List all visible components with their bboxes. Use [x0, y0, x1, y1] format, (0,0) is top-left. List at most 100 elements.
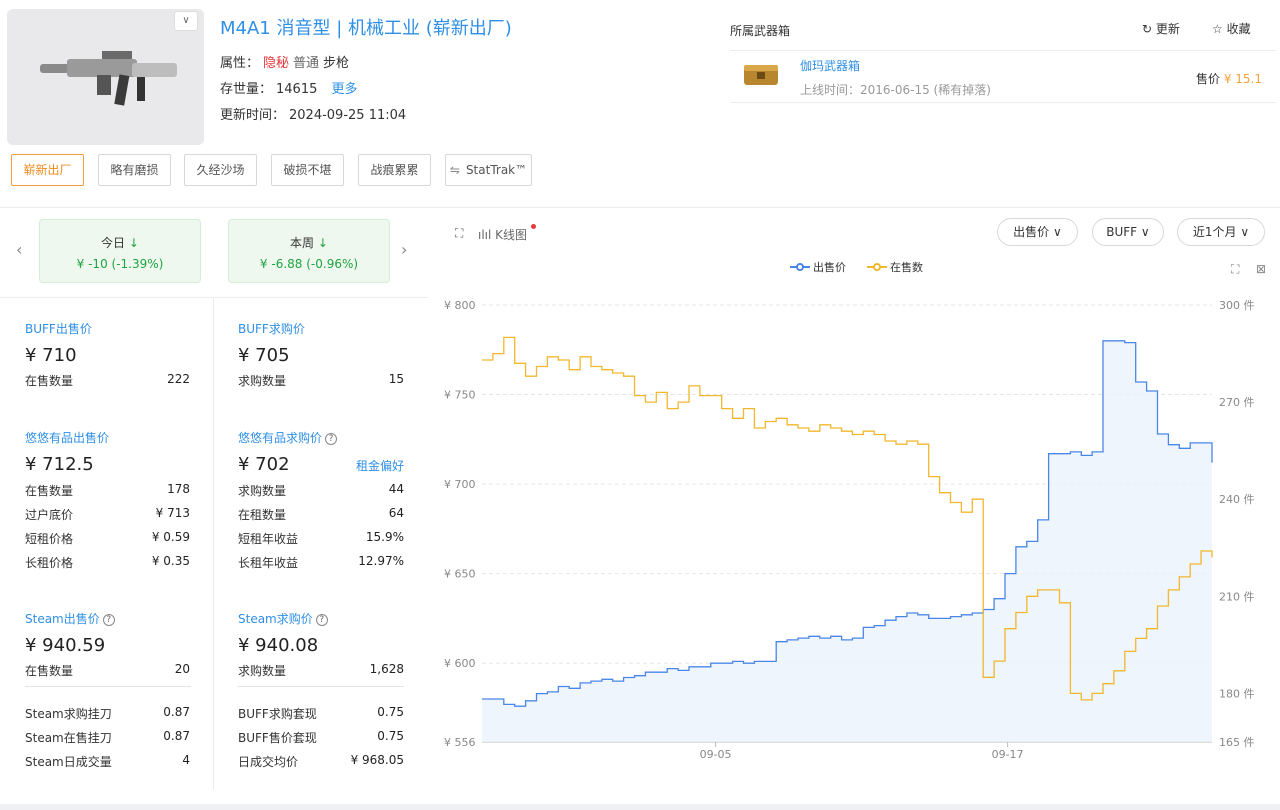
yy-buy-price: ¥ 702	[238, 454, 290, 475]
y-axis-right-tick: 300 件	[1219, 299, 1255, 312]
wear-tab-well-worn[interactable]: 破损不堪	[271, 154, 344, 186]
favorite-button[interactable]: ☆ 收藏	[1212, 20, 1251, 37]
thumbnail-toggle-button[interactable]: ∨	[174, 11, 198, 31]
steam-sell-divider	[25, 686, 191, 687]
buff-buy-price: ¥ 705	[238, 345, 290, 366]
steam-sell-price: ¥ 940.59	[25, 635, 106, 656]
case-launch-date: 上线时间：2016-06-15 (稀有掉落)	[800, 83, 991, 97]
price-type-select[interactable]: 出售价 ∨	[997, 218, 1078, 246]
type-tag: 步枪	[323, 56, 350, 71]
swap-icon: ⇋	[449, 163, 460, 177]
refresh-label: 更新	[1155, 22, 1180, 36]
zoom-reset-icon[interactable]: ⊠	[1256, 262, 1266, 276]
steam-sell-extra-label: Steam日成交量	[25, 755, 112, 769]
chevron-down-icon: ∨	[1140, 225, 1150, 239]
case-price: 售价 ¥ 15.1	[1196, 70, 1262, 87]
steam-sell-extra-value: 0.87	[163, 729, 190, 743]
buff-sell-price: ¥ 710	[25, 345, 77, 366]
yy-sell-row-value: ¥ 713	[155, 506, 190, 520]
x-axis-tick: 09-05	[700, 748, 732, 761]
prev-arrow-icon[interactable]: ‹	[16, 240, 22, 259]
item-thumbnail: ∨	[7, 9, 204, 145]
fullscreen-icon[interactable]: ⛶	[455, 226, 463, 241]
steam-buy-title: Steam求购价?	[238, 610, 328, 627]
header-divider	[0, 207, 1280, 208]
steam-sell-extra-value: 0.87	[163, 705, 190, 719]
price-chart[interactable]: ¥ 800 ¥ 750 ¥ 700 ¥ 650 ¥ 600 ¥ 556 300 件 270 件…	[430, 290, 1280, 770]
chevron-down-icon: ∨	[1240, 225, 1250, 239]
kline-badge-dot	[531, 224, 536, 229]
steam-buy-extra-value: 0.75	[377, 729, 404, 743]
help-icon[interactable]: ?	[315, 614, 328, 626]
steam-buy-title-text: Steam求购价	[238, 612, 313, 626]
time-range-select[interactable]: 近1个月 ∨	[1177, 218, 1265, 246]
x-axis-tick: 09-17	[992, 748, 1024, 761]
platform-select[interactable]: BUFF ∨	[1092, 218, 1164, 246]
y-axis-right-tick: 165 件	[1219, 736, 1255, 749]
help-icon[interactable]: ?	[102, 614, 115, 626]
yy-buy-row-value: 15.9%	[365, 530, 404, 544]
restore-icon[interactable]: ⛶	[1231, 262, 1239, 277]
steam-buy-count-label: 求购数量	[238, 664, 287, 678]
wear-tab-field-tested[interactable]: 久经沙场	[184, 154, 257, 186]
yy-buy-row-value: 44	[388, 482, 404, 496]
yy-buy-title-text: 悠悠有品求购价	[238, 431, 323, 445]
case-price-label: 售价	[1195, 72, 1220, 86]
steam-sell-count-label: 在售数量	[25, 664, 74, 678]
wear-tab-factory-new[interactable]: 崭新出厂	[11, 154, 84, 186]
buff-buy-count-label: 求购数量	[238, 374, 287, 388]
buff-buy-count-value: 15	[388, 372, 404, 386]
steam-buy-divider	[238, 686, 404, 687]
legend-label[interactable]: 出售价	[813, 261, 846, 274]
buff-sell-count-value: 222	[167, 372, 190, 386]
y-axis-right-tick: 180 件	[1219, 687, 1255, 700]
yy-sell-row-label: 短租价格	[25, 532, 74, 546]
kline-label: K线图	[495, 228, 528, 242]
refresh-button[interactable]: ↻ 更新	[1142, 20, 1180, 37]
yy-sell-row-value: ¥ 0.35	[151, 554, 190, 568]
case-price-value: ¥ 15.1	[1223, 72, 1262, 86]
buff-sell-count-label: 在售数量	[25, 374, 74, 388]
more-link[interactable]: 更多	[332, 82, 358, 97]
steam-buy-extra-label: BUFF售价套现	[238, 731, 317, 745]
today-change-card: 今日 ↓ ¥ -10 (-1.39%)	[39, 219, 201, 283]
stattrak-label: StatTrak™	[465, 163, 528, 177]
item-title: M4A1 消音型 | 机械工业 (崭新出厂)	[220, 18, 512, 39]
favorite-label: 收藏	[1226, 22, 1251, 36]
yy-buy-row-value: 12.97%	[358, 554, 404, 568]
legend-label[interactable]: 在售数	[890, 261, 923, 274]
yy-sell-price: ¥ 712.5	[25, 454, 94, 475]
wear-tab-battle-scarred[interactable]: 战痕累累	[358, 154, 431, 186]
wear-tab-stattrak[interactable]: ⇋ StatTrak™	[445, 154, 532, 186]
steam-buy-count-value: 1,628	[369, 662, 404, 676]
case-name-link[interactable]: 伽玛武器箱	[800, 57, 860, 74]
yy-buy-row-value: 64	[388, 506, 404, 520]
steam-buy-extra-value: ¥ 968.05	[350, 753, 404, 767]
help-icon[interactable]: ?	[325, 433, 338, 445]
kline-toggle[interactable]: ılıl K线图	[478, 226, 527, 243]
week-label: 本周	[290, 236, 315, 250]
time-range-value: 近1个月	[1192, 225, 1237, 239]
yy-sell-row-label: 长租价格	[25, 556, 74, 570]
y-axis-left-tick: ¥ 800	[444, 299, 476, 312]
steam-sell-title-text: Steam出售价	[25, 612, 100, 626]
rarity-tag: 隐秘	[263, 56, 290, 71]
yy-buy-row-label: 在租数量	[238, 508, 287, 522]
next-arrow-icon[interactable]: ›	[401, 240, 407, 259]
buff-buy-title: BUFF求购价	[238, 322, 305, 336]
wear-tab-minimal-wear[interactable]: 略有磨损	[98, 154, 171, 186]
quality-tag: 普通	[293, 56, 320, 71]
price-type-value: 出售价	[1013, 225, 1050, 239]
rent-preference-link[interactable]: 租金偏好	[356, 457, 404, 474]
platform-value: BUFF	[1106, 225, 1138, 239]
arrow-down-icon: ↓	[317, 236, 328, 250]
y-axis-left-tick: ¥ 700	[444, 478, 476, 491]
chevron-down-icon: ∨	[1053, 225, 1062, 239]
yy-sell-row-label: 在售数量	[25, 484, 74, 498]
weapon-case-icon	[744, 65, 778, 85]
steam-buy-price: ¥ 940.08	[238, 635, 319, 656]
today-change-value: ¥ -10 (-1.39%)	[76, 257, 164, 271]
attribute-label: 属性：	[220, 56, 260, 71]
y-axis-right-tick: 270 件	[1219, 396, 1255, 409]
steam-sell-extra-value: 4	[182, 753, 190, 767]
